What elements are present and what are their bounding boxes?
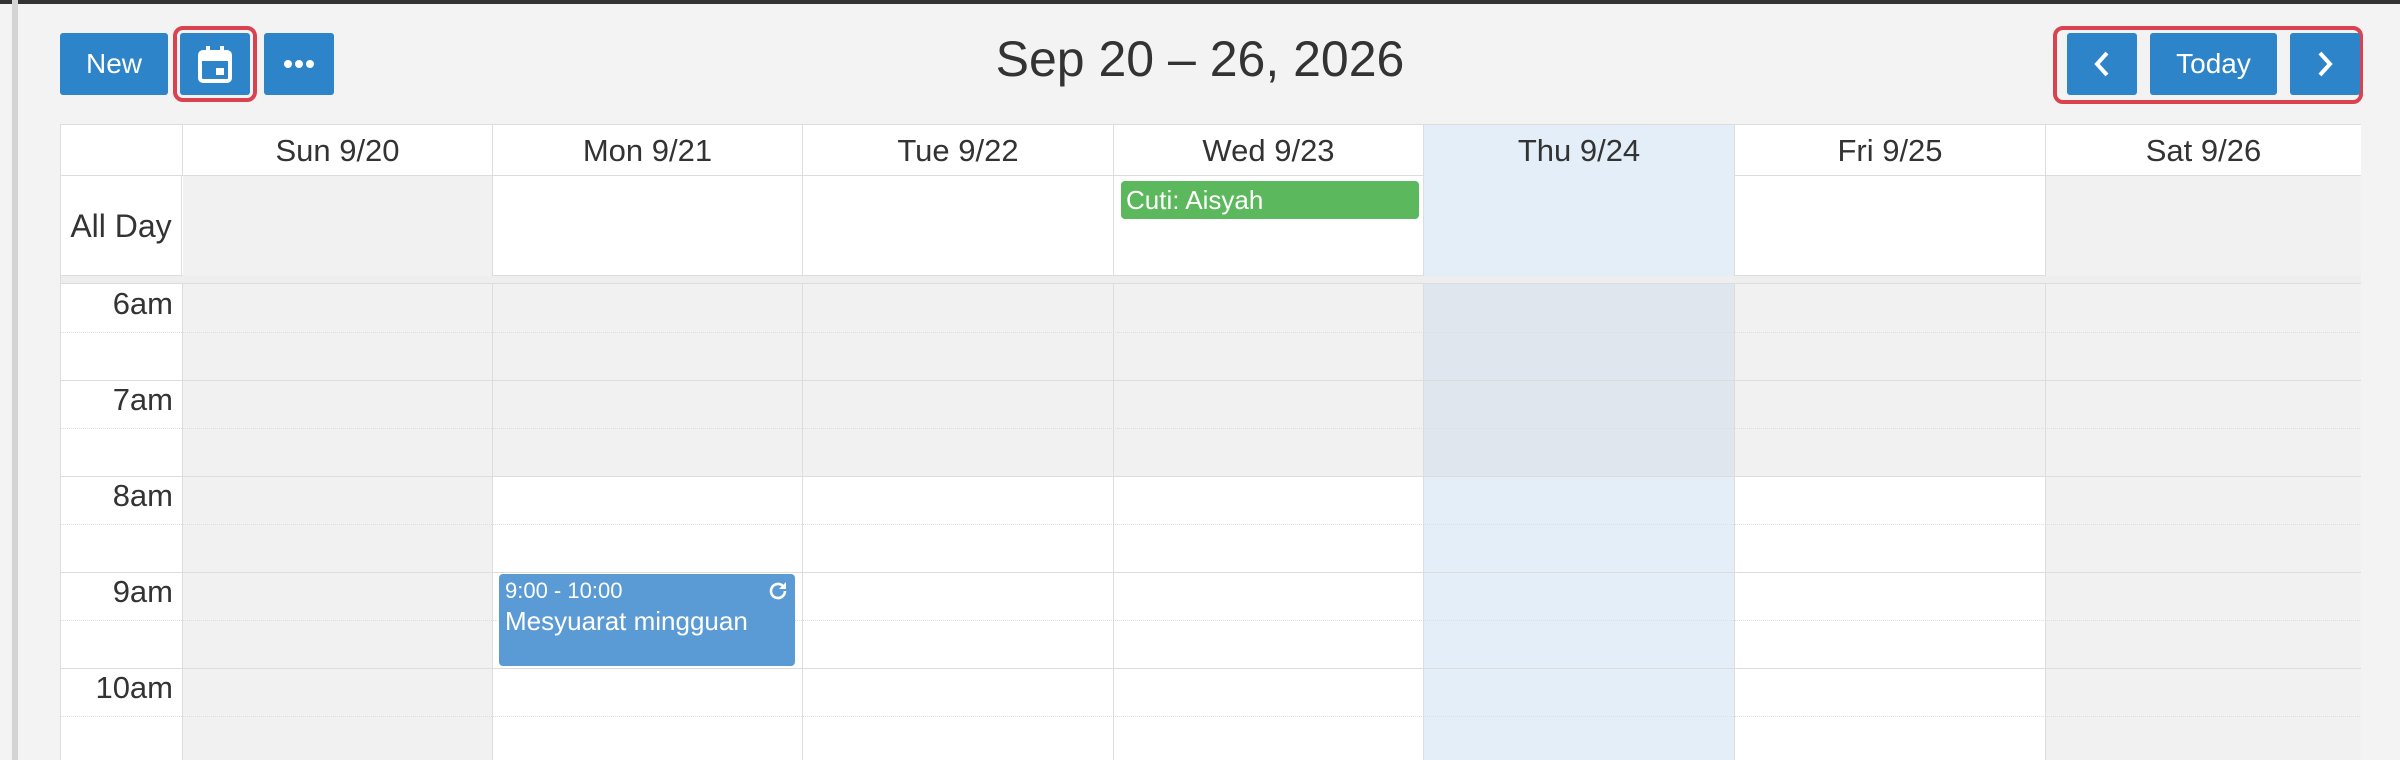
hour-line <box>61 572 2361 573</box>
refresh-icon <box>769 582 787 600</box>
timed-event-time: 9:00 - 10:00 <box>505 578 623 603</box>
header-axis-cell <box>61 125 183 176</box>
all-day-divider <box>61 276 2361 284</box>
all-day-cell-thu[interactable] <box>1424 176 1735 276</box>
day-column-mon[interactable] <box>493 284 803 760</box>
calendar-toolbar: New Sep 20 – 26, 2026 Today <box>0 0 2400 124</box>
all-day-cell-tue[interactable] <box>803 176 1114 276</box>
date-range-title: Sep 20 – 26, 2026 <box>995 31 1405 87</box>
timed-event[interactable]: 9:00 - 10:00 Mesyuarat mingguan <box>499 574 795 666</box>
slot-line <box>61 524 2361 525</box>
all-day-cell-sun[interactable] <box>183 176 493 276</box>
chevron-right-icon <box>2318 51 2333 77</box>
hour-line <box>61 380 2361 381</box>
all-day-event[interactable]: Cuti: Aisyah <box>1121 181 1419 219</box>
timed-event-title: Mesyuarat mingguan <box>505 606 748 636</box>
day-header-sun: Sun 9/20 <box>183 125 493 176</box>
day-column-sun[interactable] <box>183 284 493 760</box>
today-button[interactable]: Today <box>2150 33 2277 95</box>
day-header-sat: Sat 9/26 <box>2046 125 2361 176</box>
next-week-button[interactable] <box>2290 33 2360 95</box>
today-button-label: Today <box>2176 48 2251 79</box>
slot-line <box>61 332 2361 333</box>
slot-line <box>61 620 2361 621</box>
time-label-10am: 10am <box>95 670 173 705</box>
day-column-sat[interactable] <box>2046 284 2361 760</box>
time-label-6am: 6am <box>112 286 173 321</box>
slot-line <box>61 716 2361 717</box>
day-column-wed[interactable] <box>1114 284 1424 760</box>
all-day-cell-sat[interactable] <box>2046 176 2361 276</box>
day-header-mon: Mon 9/21 <box>493 125 803 176</box>
all-day-event-title: Cuti: Aisyah <box>1126 185 1264 215</box>
day-column-tue[interactable] <box>803 284 1114 760</box>
time-label-7am: 7am <box>112 382 173 417</box>
time-label-8am: 8am <box>112 478 173 513</box>
hour-line <box>61 668 2361 669</box>
time-label-9am: 9am <box>112 574 173 609</box>
all-day-label: All Day <box>61 176 182 276</box>
day-column-thu[interactable] <box>1424 284 1735 760</box>
hour-line <box>61 476 2361 477</box>
previous-week-button[interactable] <box>2067 33 2137 95</box>
week-grid: Sun 9/20 Mon 9/21 Tue 9/22 Wed 9/23 Thu … <box>60 124 2361 760</box>
day-header-fri: Fri 9/25 <box>1735 125 2046 176</box>
all-day-row: All Day Cuti: Aisyah <box>61 176 2361 276</box>
time-grid: 6am 7am 8am 9am 10am 9:00 - 10:00 Mesyua… <box>61 284 2361 760</box>
slot-line <box>61 428 2361 429</box>
day-header-thu: Thu 9/24 <box>1424 125 1735 176</box>
all-day-cell-mon[interactable] <box>493 176 803 276</box>
day-header-tue: Tue 9/22 <box>803 125 1114 176</box>
day-header-row: Sun 9/20 Mon 9/21 Tue 9/22 Wed 9/23 Thu … <box>61 125 2361 176</box>
all-day-cell-fri[interactable] <box>1735 176 2046 276</box>
chevron-left-icon <box>2094 51 2109 77</box>
day-header-wed: Wed 9/23 <box>1114 125 1424 176</box>
day-column-fri[interactable] <box>1735 284 2046 760</box>
